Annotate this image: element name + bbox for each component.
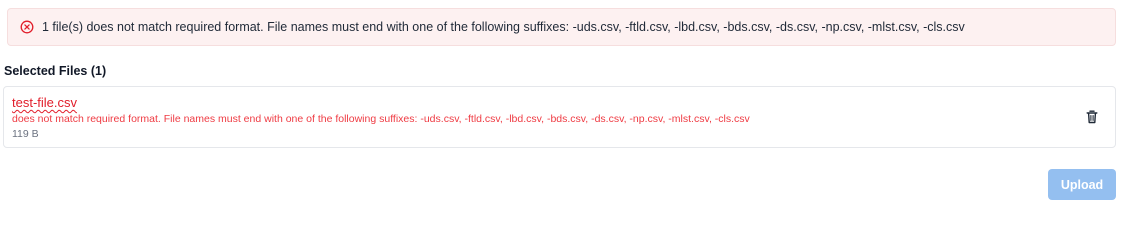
file-list-item: test-file.csv does not match required fo… <box>3 86 1116 148</box>
selected-files-title: Selected Files (1) <box>4 64 107 78</box>
error-alert-message: 1 file(s) does not match required format… <box>42 20 965 34</box>
file-size: 119 B <box>12 128 39 140</box>
trash-icon[interactable] <box>1085 109 1099 125</box>
file-error-message: does not match required format. File nam… <box>12 113 750 125</box>
error-alert: 1 file(s) does not match required format… <box>7 8 1116 46</box>
upload-button[interactable]: Upload <box>1048 169 1116 200</box>
error-circle-x-icon <box>20 20 34 34</box>
file-upload-panel: 1 file(s) does not match required format… <box>0 0 1135 212</box>
file-name: test-file.csv <box>12 95 78 110</box>
